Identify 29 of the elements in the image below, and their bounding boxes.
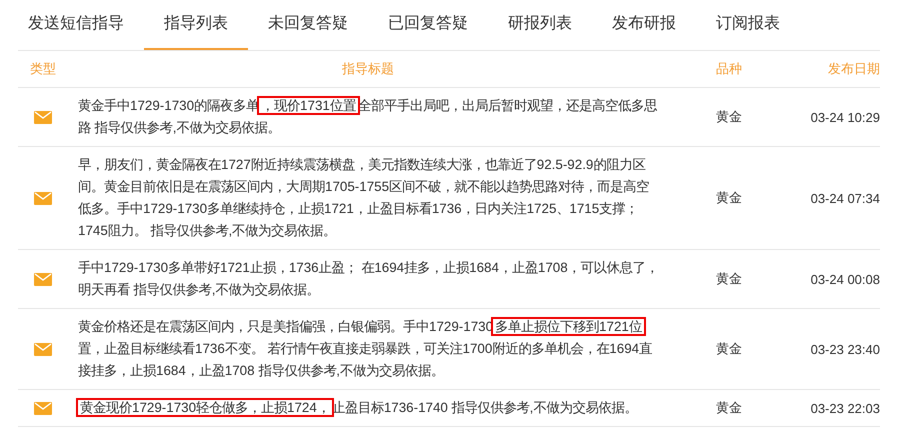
tab[interactable]: 未回复答疑 (248, 0, 368, 50)
tab[interactable]: 发送短信指导 (18, 0, 144, 50)
guidance-text: 早，朋友们，黄金隔夜在1727附近持续震荡横盘，美元指数连续大涨，也靠近了92.5-92.9的阻力区间。黄金目前依旧是在震荡区间内，大周期1705-1755区间不破，就不能以趋势思路对待，而是高空低多。手中1729-1730多单继续持仓，止损1721，止盈目标看1736，日内关注1725、1715支撑；1745阻力。 指导仅供参考,不做为交易依据。 (77, 156, 650, 240)
mail-icon (34, 342, 52, 356)
tab[interactable]: 研报列表 (488, 0, 592, 50)
variety-cell-text: 黄金 (715, 108, 743, 126)
mail-icon (34, 402, 52, 414)
variety-cell-text: 黄金 (715, 270, 743, 288)
tab[interactable]: 已回复答疑 (368, 0, 488, 50)
variety-cell-text: 黄金 (715, 189, 743, 207)
guidance-text: 手中1729-1730多单带好1721止损，1736止盈； 在1694挂多，止损1684，止盈1708，可以休息了，明天再看 指导仅供参考,不做为交易依据。 (77, 259, 660, 299)
variety-cell-text: 黄金 (715, 340, 743, 358)
tab[interactable]: 发布研报 (592, 0, 696, 50)
tab[interactable]: 订阅报表 (696, 0, 800, 50)
date-cell-text: 03-24 00:08 (810, 272, 880, 286)
mail-icon (34, 110, 52, 124)
date-cell-text: 03-24 10:29 (810, 110, 880, 124)
date-cell-text: 03-24 07:34 (810, 190, 880, 206)
guidance-text: 黄金现价1729-1730轻仓做多，止损1724，止盈目标1736-1740 指导仅供参考,不做为交易依据。 (68, 390, 668, 426)
tab[interactable]: 指导列表 (144, 0, 248, 50)
column-header: 类型 (29, 60, 57, 78)
column-header: 发布日期 (827, 60, 880, 78)
column-header: 指导标题 (341, 60, 395, 78)
date-cell-text: 03-23 22:03 (810, 400, 880, 416)
date-cell-text: 03-23 23:40 (810, 342, 880, 356)
mail-icon (34, 272, 52, 286)
variety-cell-text: 黄金 (715, 399, 743, 417)
mail-icon (34, 192, 52, 204)
column-header: 品种 (715, 60, 743, 78)
